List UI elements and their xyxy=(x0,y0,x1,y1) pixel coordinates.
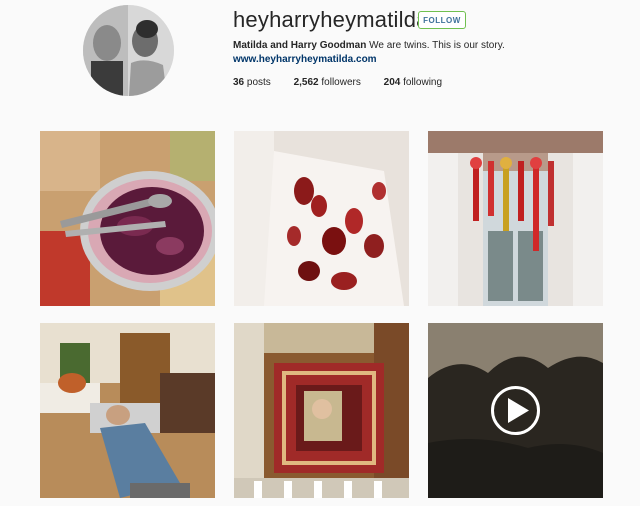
following-label: following xyxy=(400,77,443,88)
post-tile-video[interactable] xyxy=(428,323,603,498)
profile-page: heyharryheymatilda FOLLOW Matilda and Ha… xyxy=(0,0,640,506)
posts-label: posts xyxy=(244,77,271,88)
post-image xyxy=(234,131,409,306)
post-tile-man[interactable] xyxy=(40,323,215,498)
post-tile-pie[interactable] xyxy=(40,131,215,306)
post-tile-room[interactable] xyxy=(234,323,409,498)
profile-stats: 36 posts 2,562 followers 204 following xyxy=(233,77,462,88)
followers-stat[interactable]: 2,562 followers xyxy=(294,77,361,88)
full-name: Matilda and Harry Goodman xyxy=(233,40,367,51)
bio-text: We are twins. This is our story. xyxy=(366,40,505,51)
followers-label: followers xyxy=(318,77,361,88)
post-image xyxy=(234,323,409,498)
avatar-image xyxy=(83,5,174,96)
username: heyharryheymatilda xyxy=(233,7,429,32)
post-image xyxy=(40,323,215,498)
following-count: 204 xyxy=(383,77,401,88)
post-tile-window[interactable] xyxy=(428,131,603,306)
posts-stat: 36 posts xyxy=(233,77,271,88)
post-image xyxy=(40,131,215,306)
play-icon[interactable] xyxy=(428,323,603,498)
posts-count: 36 xyxy=(233,77,245,88)
avatar[interactable] xyxy=(83,5,174,96)
website-link[interactable]: www.heyharryheymatilda.com xyxy=(233,54,377,65)
bio: Matilda and Harry Goodman We are twins. … xyxy=(233,40,505,51)
followers-count: 2,562 xyxy=(293,77,319,88)
following-stat[interactable]: 204 following xyxy=(384,77,442,88)
post-image xyxy=(428,131,603,306)
follow-button[interactable]: FOLLOW xyxy=(418,11,466,29)
post-tile-petals[interactable] xyxy=(234,131,409,306)
